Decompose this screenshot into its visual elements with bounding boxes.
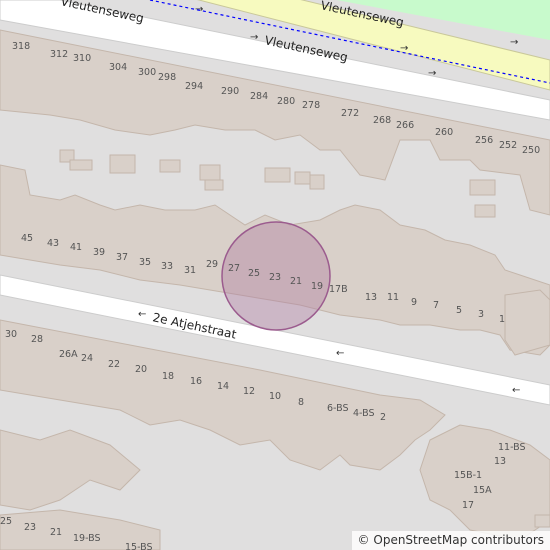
house-number: 33 (161, 261, 173, 272)
house-number: 16 (190, 376, 202, 387)
house-number: 18 (162, 371, 174, 382)
house-number: 15-BS (125, 542, 153, 550)
house-number: 300 (138, 67, 156, 78)
house-number: 278 (302, 100, 320, 111)
house-number: 31 (184, 265, 196, 276)
house-number: 284 (250, 91, 268, 102)
house-number: 294 (185, 81, 203, 92)
house-number: 252 (499, 140, 517, 151)
house-number: 7 (433, 300, 439, 311)
house-number: 6-BS (327, 403, 349, 414)
house-number: 19-BS (73, 533, 101, 544)
map-attribution[interactable]: © OpenStreetMap contributors (351, 531, 550, 550)
house-number: 41 (70, 242, 82, 253)
house-number: 19 (311, 281, 323, 292)
house-number: 26A (59, 349, 78, 360)
copyright-symbol: © (357, 533, 370, 547)
house-number: 43 (47, 238, 59, 249)
house-number: 15B-1 (454, 470, 482, 481)
house-number: 17B (329, 284, 348, 295)
house-number: 23 (24, 522, 36, 533)
house-number: 21 (290, 276, 302, 287)
house-number: 23 (269, 272, 281, 283)
house-number: 13 (365, 292, 377, 303)
house-number: 21 (50, 527, 62, 538)
house-number: 272 (341, 108, 359, 119)
oneway-arrow-icon: → (250, 32, 258, 43)
house-number: 304 (109, 62, 127, 73)
house-number: 5 (456, 305, 462, 316)
house-number: 8 (298, 397, 304, 408)
house-number: 25 (0, 516, 12, 527)
oneway-arrow-icon: → (400, 43, 408, 54)
attribution-text[interactable]: OpenStreetMap contributors (373, 533, 544, 547)
house-number: 39 (93, 247, 105, 258)
house-number: 20 (135, 364, 147, 375)
house-number: 30 (5, 329, 17, 340)
house-number: 25 (248, 268, 260, 279)
house-number: 45 (21, 233, 33, 244)
house-number: 260 (435, 127, 453, 138)
house-number: 4-BS (353, 408, 375, 419)
house-number: 11 (387, 292, 399, 303)
house-number: 29 (206, 259, 218, 270)
house-number: 250 (522, 145, 540, 156)
oneway-arrow-icon: → (510, 37, 518, 48)
house-number: 12 (243, 386, 255, 397)
house-number: 37 (116, 252, 128, 263)
oneway-arrow-icon: ← (512, 385, 520, 396)
house-number: 256 (475, 135, 493, 146)
house-number: 28 (31, 334, 43, 345)
house-number: 27 (228, 263, 240, 274)
oneway-arrow-icon: → (195, 4, 203, 15)
oneway-arrow-icon: → (428, 68, 436, 79)
house-number: 17 (462, 500, 474, 511)
house-number: 9 (411, 297, 417, 308)
house-number: 15A (473, 485, 492, 496)
house-number: 280 (277, 96, 295, 107)
house-number: 13 (494, 456, 506, 467)
house-number: 11-BS (498, 442, 526, 453)
house-number: 35 (139, 257, 151, 268)
house-number: 310 (73, 53, 91, 64)
house-number: 312 (50, 49, 68, 60)
house-number: 2 (380, 412, 386, 423)
house-number: 3 (478, 309, 484, 320)
map-view[interactable]: → → → → → ← ← ← Vleutenseweg Vleutensewe… (0, 0, 550, 550)
house-number: 266 (396, 120, 414, 131)
house-number: 10 (269, 391, 281, 402)
house-number: 14 (217, 381, 229, 392)
oneway-arrow-icon: ← (336, 348, 344, 359)
house-number: 268 (373, 115, 391, 126)
house-number: 1 (499, 314, 505, 325)
house-number: 318 (12, 41, 30, 52)
house-number: 24 (81, 353, 93, 364)
house-number: 22 (108, 359, 120, 370)
oneway-arrow-icon: ← (138, 309, 146, 320)
map-canvas: → → → → → ← ← ← Vleutenseweg Vleutensewe… (0, 0, 550, 550)
house-number: 290 (221, 86, 239, 97)
house-number: 298 (158, 72, 176, 83)
